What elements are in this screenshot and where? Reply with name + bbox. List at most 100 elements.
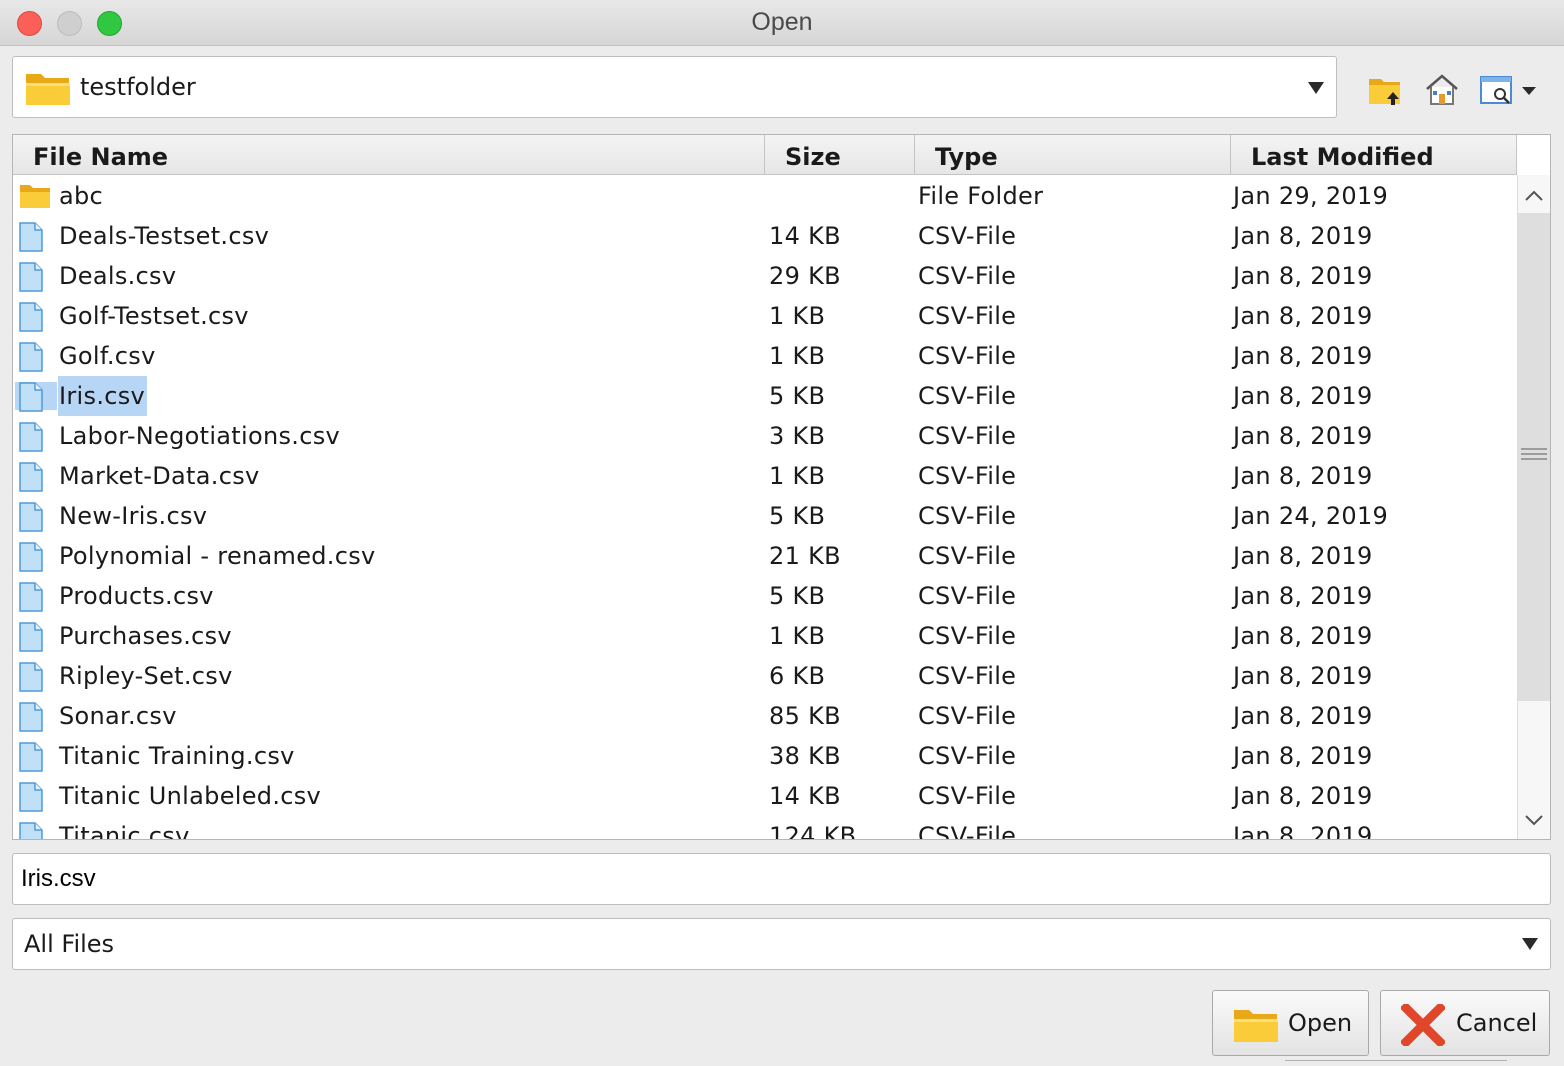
file-size-cell: 3 KB xyxy=(769,422,826,450)
file-type-cell: File Folder xyxy=(918,182,1044,210)
file-type-filter-combo[interactable]: All Files xyxy=(12,918,1551,970)
file-size-cell: 85 KB xyxy=(769,702,841,730)
scroll-down-icon xyxy=(1525,815,1543,826)
column-header-last-modified[interactable]: Last Modified xyxy=(1231,135,1517,175)
table-row[interactable]: New-Iris.csv 5 KB CSV-File Jan 24, 2019 xyxy=(13,496,1516,536)
home-button[interactable] xyxy=(1422,70,1462,110)
file-size-cell: 1 KB xyxy=(769,462,826,490)
open-button-label: Open xyxy=(1288,1009,1353,1037)
table-row[interactable]: Ripley-Set.csv 6 KB CSV-File Jan 8, 2019 xyxy=(13,656,1516,696)
table-row[interactable]: Sonar.csv 85 KB CSV-File Jan 8, 2019 xyxy=(13,696,1516,736)
last-modified-cell: Jan 8, 2019 xyxy=(1233,382,1373,410)
vertical-scrollbar[interactable] xyxy=(1517,175,1550,839)
open-button[interactable]: Open xyxy=(1212,990,1369,1056)
table-row[interactable]: Purchases.csv 1 KB CSV-File Jan 8, 2019 xyxy=(13,616,1516,656)
file-type-cell: CSV-File xyxy=(918,542,1017,570)
scrollbar-grip-icon xyxy=(1521,448,1547,463)
chevron-down-icon xyxy=(1308,82,1324,94)
csv-file-icon xyxy=(19,222,47,252)
title-bar: Open xyxy=(0,0,1564,46)
csv-file-icon xyxy=(19,822,47,839)
last-modified-cell: Jan 8, 2019 xyxy=(1233,822,1373,840)
view-menu-icon xyxy=(1480,76,1536,104)
file-type-cell: CSV-File xyxy=(918,382,1017,410)
file-type-cell: CSV-File xyxy=(918,422,1017,450)
last-modified-cell: Jan 8, 2019 xyxy=(1233,222,1373,250)
last-modified-cell: Jan 29, 2019 xyxy=(1233,182,1389,210)
file-name-cell: Products.csv xyxy=(59,582,214,610)
last-modified-cell: Jan 8, 2019 xyxy=(1233,262,1373,290)
file-list-table[interactable]: File Name Size Type Last Modified abc Fil… xyxy=(12,134,1551,840)
file-type-filter-label: All Files xyxy=(24,930,115,958)
table-row[interactable]: Golf.csv 1 KB CSV-File Jan 8, 2019 xyxy=(13,336,1516,376)
cancel-button[interactable]: Cancel xyxy=(1380,990,1550,1056)
file-size-cell: 14 KB xyxy=(769,222,841,250)
column-header-size[interactable]: Size xyxy=(765,135,915,175)
last-modified-cell: Jan 8, 2019 xyxy=(1233,422,1373,450)
file-type-cell: CSV-File xyxy=(918,822,1017,840)
last-modified-cell: Jan 8, 2019 xyxy=(1233,342,1373,370)
up-one-level-button[interactable] xyxy=(1366,70,1406,110)
table-row[interactable]: Titanic Training.csv 38 KB CSV-File Jan 8, … xyxy=(13,736,1516,776)
window-edge xyxy=(1285,1060,1507,1066)
close-x-icon xyxy=(1399,1001,1447,1050)
file-size-cell: 21 KB xyxy=(769,542,841,570)
file-size-cell: 5 KB xyxy=(769,582,826,610)
last-modified-cell: Jan 8, 2019 xyxy=(1233,742,1373,770)
last-modified-cell: Jan 8, 2019 xyxy=(1233,662,1373,690)
file-size-cell: 1 KB xyxy=(769,622,826,650)
file-type-cell: CSV-File xyxy=(918,742,1017,770)
column-header-name[interactable]: File Name xyxy=(13,135,765,175)
csv-file-icon xyxy=(19,342,47,372)
file-type-cell: CSV-File xyxy=(918,782,1017,810)
cancel-button-label: Cancel xyxy=(1456,1009,1538,1037)
column-header-type[interactable]: Type xyxy=(915,135,1231,175)
file-name-cell: Titanic.csv xyxy=(59,822,190,840)
file-name-cell: Deals.csv xyxy=(59,262,177,290)
table-row[interactable]: Deals.csv 29 KB CSV-File Jan 8, 2019 xyxy=(13,256,1516,296)
look-in-combo[interactable]: testfolder xyxy=(12,56,1337,118)
file-type-cell: CSV-File xyxy=(918,342,1017,370)
csv-file-icon xyxy=(19,662,47,692)
table-row[interactable]: Iris.csv 5 KB CSV-File Jan 8, 2019 xyxy=(13,376,1516,416)
table-row[interactable]: Titanic.csv 124 KB CSV-File Jan 8, 2019 xyxy=(13,816,1516,840)
csv-file-icon xyxy=(19,582,47,612)
file-size-cell: 14 KB xyxy=(769,782,841,810)
table-row[interactable]: Deals-Testset.csv 14 KB CSV-File Jan 8, 201… xyxy=(13,216,1516,256)
file-name-input[interactable] xyxy=(12,853,1551,905)
csv-file-icon xyxy=(19,742,47,772)
view-options-button[interactable] xyxy=(1478,70,1542,110)
file-name-cell: abc xyxy=(59,182,104,210)
window-title: Open xyxy=(751,8,813,36)
file-name-cell: New-Iris.csv xyxy=(59,502,208,530)
current-folder-label: testfolder xyxy=(80,73,196,101)
scroll-up-icon xyxy=(1525,190,1543,201)
table-body: abc File Folder Jan 29, 2019 Deals-Testset.… xyxy=(13,176,1516,840)
last-modified-cell: Jan 8, 2019 xyxy=(1233,542,1373,570)
table-row[interactable]: Labor-Negotiations.csv 3 KB CSV-File Jan 8,… xyxy=(13,416,1516,456)
file-name-cell: Market-Data.csv xyxy=(59,462,260,490)
csv-file-icon xyxy=(19,302,47,332)
table-row[interactable]: Polynomial - renamed.csv 21 KB CSV-File Jan… xyxy=(13,536,1516,576)
last-modified-cell: Jan 24, 2019 xyxy=(1233,502,1389,530)
file-size-cell: 29 KB xyxy=(769,262,841,290)
scrollbar-thumb[interactable] xyxy=(1518,213,1550,701)
table-row[interactable]: Market-Data.csv 1 KB CSV-File Jan 8, 2019 xyxy=(13,456,1516,496)
file-size-cell: 38 KB xyxy=(769,742,841,770)
file-type-cell: CSV-File xyxy=(918,622,1017,650)
file-type-cell: CSV-File xyxy=(918,222,1017,250)
file-type-cell: CSV-File xyxy=(918,582,1017,610)
file-size-cell: 124 KB xyxy=(769,822,857,840)
file-size-cell: 1 KB xyxy=(769,342,826,370)
table-row[interactable]: Products.csv 5 KB CSV-File Jan 8, 2019 xyxy=(13,576,1516,616)
folder-open-icon xyxy=(1233,1004,1279,1048)
last-modified-cell: Jan 8, 2019 xyxy=(1233,782,1373,810)
file-type-cell: CSV-File xyxy=(918,702,1017,730)
csv-file-icon xyxy=(19,462,47,492)
folder-up-icon xyxy=(1369,79,1400,105)
table-header: File Name Size Type Last Modified xyxy=(13,135,1517,175)
file-name-cell: Purchases.csv xyxy=(59,622,232,650)
table-row[interactable]: abc File Folder Jan 29, 2019 xyxy=(13,176,1516,216)
table-row[interactable]: Titanic Unlabeled.csv 14 KB CSV-File Jan 8,… xyxy=(13,776,1516,816)
table-row[interactable]: Golf-Testset.csv 1 KB CSV-File Jan 8, 2019 xyxy=(13,296,1516,336)
